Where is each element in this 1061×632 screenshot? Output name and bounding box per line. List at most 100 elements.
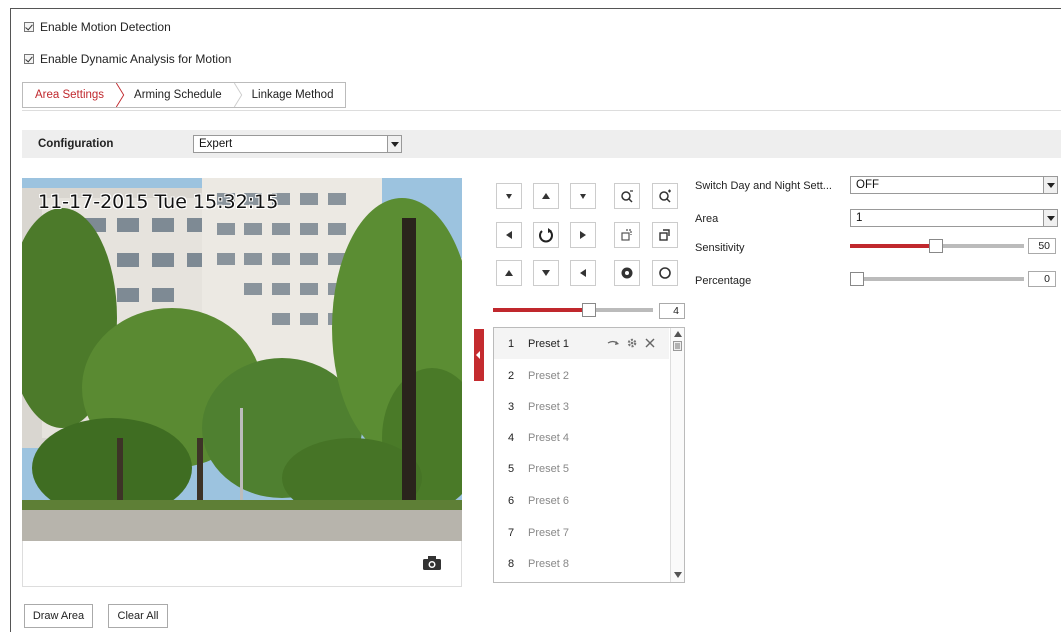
- call-preset-icon[interactable]: [607, 339, 619, 348]
- enable-motion-detection-row[interactable]: Enable Motion Detection: [24, 20, 171, 34]
- zoom-out-button[interactable]: [614, 183, 640, 209]
- preset-number: 3: [507, 400, 515, 413]
- video-footer: [22, 541, 462, 587]
- list-item[interactable]: 5 Preset 5: [494, 453, 669, 484]
- enable-dynamic-analysis-row[interactable]: Enable Dynamic Analysis for Motion: [24, 52, 231, 66]
- switch-day-night-select[interactable]: OFF: [850, 176, 1058, 194]
- pan-down-right-button[interactable]: [570, 260, 596, 286]
- pan-left-button[interactable]: [496, 222, 522, 248]
- chevron-down-icon[interactable]: [387, 136, 401, 152]
- tab-area-settings-label: Area Settings: [35, 89, 105, 101]
- auto-pan-button[interactable]: [533, 222, 559, 248]
- enable-dynamic-analysis-checkbox[interactable]: [24, 54, 34, 64]
- preset-name: Preset 3: [528, 400, 569, 413]
- list-item[interactable]: 1 Preset 1: [494, 328, 669, 359]
- preset-name: Preset 2: [528, 369, 569, 382]
- configuration-select-value: Expert: [199, 138, 233, 150]
- rotate-icon: [539, 228, 553, 243]
- preset-name: Preset 6: [528, 494, 569, 507]
- arrow-up-icon: [542, 193, 550, 199]
- sensitivity-value[interactable]: 50: [1028, 238, 1056, 254]
- pan-down-left-button[interactable]: [496, 260, 522, 286]
- preset-number: 4: [507, 431, 515, 444]
- sensitivity-fill: [850, 244, 935, 248]
- tab-divider: [22, 110, 1061, 111]
- list-item[interactable]: 4 Preset 4: [494, 422, 669, 453]
- camera-icon[interactable]: [423, 556, 441, 570]
- focus-far-icon: [659, 229, 670, 241]
- delete-icon[interactable]: [645, 338, 655, 348]
- zoom-in-icon: [659, 189, 671, 203]
- area-value: 1: [856, 212, 863, 224]
- focus-far-button[interactable]: [652, 222, 678, 248]
- preset-number: 8: [507, 557, 515, 570]
- pan-up-right-button[interactable]: [570, 183, 596, 209]
- ptz-speed-thumb[interactable]: [582, 303, 596, 317]
- scroll-up-icon[interactable]: [674, 331, 682, 337]
- list-item[interactable]: 6 Preset 6: [494, 485, 669, 516]
- pan-up-left-button[interactable]: [496, 183, 522, 209]
- list-item[interactable]: 7 Preset 7: [494, 517, 669, 548]
- focus-near-button[interactable]: [614, 222, 640, 248]
- arrow-left-icon: [506, 231, 512, 239]
- focus-near-icon: [621, 229, 632, 241]
- chevron-down-icon[interactable]: [1043, 210, 1057, 226]
- preset-name: Preset 4: [528, 431, 569, 444]
- percentage-thumb[interactable]: [850, 272, 864, 286]
- settings-tabs: Area Settings Arming Schedule Linkage Me…: [22, 82, 347, 108]
- preset-name: Preset 8: [528, 557, 569, 570]
- zoom-in-button[interactable]: [652, 183, 678, 209]
- arrow-up-right-icon: [580, 194, 586, 199]
- list-item[interactable]: 8 Preset 8: [494, 548, 669, 579]
- switch-day-night-value: OFF: [856, 179, 879, 191]
- preset-name: Preset 1: [528, 337, 569, 350]
- sensitivity-thumb[interactable]: [929, 239, 943, 253]
- ptz-speed-fill: [493, 308, 589, 312]
- preset-number: 2: [507, 369, 515, 382]
- iris-close-icon: [659, 267, 671, 279]
- area-label: Area: [695, 213, 719, 225]
- percentage-track[interactable]: [850, 277, 1024, 281]
- enable-motion-detection-label: Enable Motion Detection: [40, 20, 171, 34]
- iris-close-button[interactable]: [652, 260, 678, 286]
- live-video[interactable]: [22, 178, 462, 541]
- collapse-ptz-panel-button[interactable]: [474, 329, 484, 381]
- tab-area-settings[interactable]: Area Settings: [23, 83, 125, 107]
- configuration-label: Configuration: [38, 138, 114, 150]
- preset-name: Preset 5: [528, 462, 569, 475]
- arrow-right-icon: [580, 231, 586, 239]
- pan-right-button[interactable]: [570, 222, 596, 248]
- tilt-down-button[interactable]: [533, 260, 559, 286]
- iris-open-button[interactable]: [614, 260, 640, 286]
- preset-list: 1 Preset 1 2 Preset 2 3 Preset 3 4 Prese…: [493, 327, 685, 583]
- switch-day-night-label: Switch Day and Night Sett...: [695, 180, 832, 192]
- list-item[interactable]: 3 Preset 3: [494, 391, 669, 422]
- percentage-value[interactable]: 0: [1028, 271, 1056, 287]
- draw-area-button[interactable]: Draw Area: [24, 604, 93, 628]
- tab-linkage-method-label: Linkage Method: [251, 89, 334, 101]
- video-osd-timestamp: 11-17-2015 Tue 15:32:15: [38, 191, 279, 213]
- preset-name: Preset 7: [528, 526, 569, 539]
- list-item[interactable]: 2 Preset 2: [494, 360, 669, 391]
- ptz-speed-value: 4: [659, 303, 685, 319]
- percentage-label: Percentage: [695, 275, 752, 287]
- arrow-down-right-icon: [580, 269, 586, 277]
- arrow-down-icon: [542, 270, 550, 276]
- sensitivity-label: Sensitivity: [695, 242, 745, 254]
- area-select[interactable]: 1: [850, 209, 1058, 227]
- tab-linkage-method[interactable]: Linkage Method: [238, 83, 346, 107]
- tilt-up-button[interactable]: [533, 183, 559, 209]
- zoom-out-icon: [621, 190, 633, 203]
- tab-arming-schedule[interactable]: Arming Schedule: [120, 83, 242, 107]
- scroll-down-icon[interactable]: [674, 572, 682, 578]
- enable-motion-detection-checkbox[interactable]: [24, 22, 34, 32]
- configuration-select[interactable]: Expert: [193, 135, 402, 153]
- enable-dynamic-analysis-label: Enable Dynamic Analysis for Motion: [40, 52, 232, 66]
- preset-number: 5: [507, 462, 515, 475]
- gear-icon[interactable]: [626, 337, 638, 349]
- preset-number: 6: [507, 494, 515, 507]
- preset-scrollbar[interactable]: [670, 328, 684, 582]
- chevron-down-icon[interactable]: [1043, 177, 1057, 193]
- clear-all-button[interactable]: Clear All: [108, 604, 168, 628]
- scroll-handle-icon[interactable]: [673, 341, 682, 351]
